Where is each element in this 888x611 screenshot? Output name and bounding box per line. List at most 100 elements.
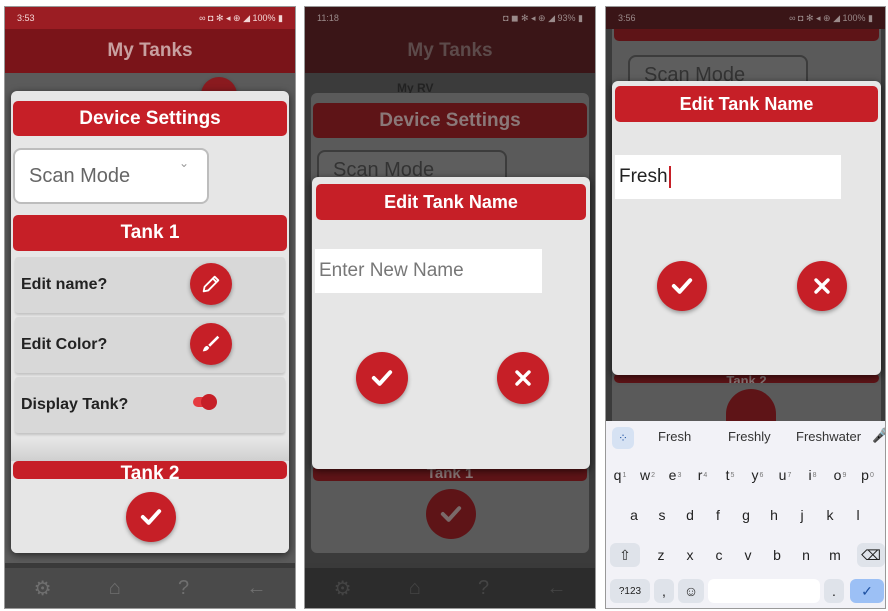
edit-name-button[interactable] — [190, 263, 232, 305]
key-i[interactable]: i8 — [802, 463, 824, 487]
phone-screen-edit-name-empty: 11:18 ◘ ◼ ✻ ◂ ⊕ ◢ 93% ▮ My Tanks My RV D… — [304, 6, 596, 609]
symbols-key[interactable]: ?123 — [610, 579, 650, 603]
confirm-button[interactable] — [657, 261, 707, 311]
keyboard-apps-icon[interactable]: ⁘ — [612, 427, 634, 449]
display-tank-toggle[interactable] — [193, 394, 217, 410]
key-hint: 5 — [730, 471, 735, 479]
edit-name-label: Edit name? — [21, 276, 108, 293]
key-z[interactable]: z — [650, 543, 672, 567]
key-v[interactable]: v — [737, 543, 759, 567]
help-icon[interactable]: ? — [178, 577, 189, 600]
dialog-title: Edit Tank Name — [615, 86, 878, 122]
status-bar: 3:53 ∞ ◘ ✻ ◂ ⊕ ◢ 100% ▮ — [5, 7, 295, 29]
brush-icon — [202, 335, 220, 352]
status-bar: 3:56 ∞ ◘ ✻ ◂ ⊕ ◢ 100% ▮ — [606, 7, 885, 29]
emoji-key[interactable]: ☺ — [678, 579, 704, 603]
close-icon — [814, 278, 830, 294]
key-k[interactable]: k — [819, 503, 841, 527]
key-s[interactable]: s — [651, 503, 673, 527]
edit-color-label: Edit Color? — [21, 336, 108, 353]
text-cursor — [668, 166, 671, 188]
new-name-value: Fresh — [619, 166, 668, 187]
key-hint: 6 — [759, 471, 764, 479]
scan-mode-dropdown[interactable]: Scan Mode ⌄ — [13, 148, 209, 204]
behind-confirm-button — [726, 389, 776, 421]
help-icon: ? — [478, 576, 490, 599]
key-w[interactable]: w2 — [637, 463, 659, 487]
key-hint: 7 — [787, 471, 792, 479]
check-icon — [140, 509, 162, 525]
status-bar: 11:18 ◘ ◼ ✻ ◂ ⊕ ◢ 93% ▮ — [305, 7, 595, 29]
key-hint: 1 — [622, 471, 627, 479]
comma-key[interactable]: , — [654, 579, 674, 603]
key-x[interactable]: x — [679, 543, 701, 567]
display-tank-row: Display Tank? — [15, 377, 285, 433]
new-name-input[interactable]: Fresh — [615, 155, 841, 199]
new-name-input[interactable]: Enter New Name — [315, 249, 542, 293]
shift-key[interactable]: ⇧ — [610, 543, 640, 567]
display-tank-label: Display Tank? — [21, 396, 129, 413]
space-key[interactable] — [708, 579, 820, 603]
key-u[interactable]: u7 — [774, 463, 796, 487]
tank2-header: Tank 2 — [13, 461, 287, 479]
status-icons: ∞ ◘ ✻ ◂ ⊕ ◢ 100% ▮ — [789, 12, 873, 23]
key-q[interactable]: q1 — [609, 463, 631, 487]
key-l[interactable]: l — [847, 503, 869, 527]
key-hint: 8 — [812, 471, 817, 479]
microphone-icon[interactable]: 🎤 — [872, 427, 885, 444]
dialog-title: Edit Tank Name — [316, 184, 586, 220]
cancel-button[interactable] — [497, 352, 549, 404]
gears-icon[interactable]: ⚙ — [34, 576, 52, 601]
suggestion-2[interactable]: Freshly — [728, 429, 771, 444]
status-time: 3:56 — [618, 13, 636, 23]
key-o[interactable]: o9 — [829, 463, 851, 487]
key-m[interactable]: m — [824, 543, 846, 567]
key-p[interactable]: p0 — [857, 463, 879, 487]
soft-keyboard: ⁘ Fresh Freshly Freshwater 🎤 q1w2e3r4t5y… — [606, 421, 885, 608]
enter-key[interactable]: ✓ — [850, 579, 884, 603]
suggestion-3[interactable]: Freshwater — [796, 429, 861, 444]
key-n[interactable]: n — [795, 543, 817, 567]
key-g[interactable]: g — [735, 503, 757, 527]
period-key[interactable]: . — [824, 579, 844, 603]
cancel-button[interactable] — [797, 261, 847, 311]
app-bar: My Tanks — [5, 29, 295, 73]
back-arrow-icon[interactable]: ← — [246, 577, 266, 600]
suggestion-1[interactable]: Fresh — [658, 429, 691, 444]
key-f[interactable]: f — [707, 503, 729, 527]
key-d[interactable]: d — [679, 503, 701, 527]
home-icon[interactable]: ⌂ — [109, 577, 121, 600]
key-r[interactable]: r4 — [692, 463, 714, 487]
home-icon: ⌂ — [408, 576, 421, 599]
edit-color-button[interactable] — [190, 323, 232, 365]
close-icon — [515, 370, 531, 386]
app-title: My Tanks — [407, 40, 493, 61]
confirm-button[interactable] — [126, 492, 176, 542]
key-y[interactable]: y6 — [747, 463, 769, 487]
key-j[interactable]: j — [791, 503, 813, 527]
key-h[interactable]: h — [763, 503, 785, 527]
phone-screen-edit-name-keyboard: 3:56 ∞ ◘ ✻ ◂ ⊕ ◢ 100% ▮ Scan Mode Tank 2… — [605, 6, 886, 609]
key-hint: 3 — [677, 471, 682, 479]
status-icons: ◘ ◼ ✻ ◂ ⊕ ◢ 93% ▮ — [503, 12, 583, 23]
key-c[interactable]: c — [708, 543, 730, 567]
status-time: 11:18 — [317, 13, 339, 23]
chevron-down-icon: ⌄ — [178, 156, 189, 170]
phone-screen-device-settings: 3:53 ∞ ◘ ✻ ◂ ⊕ ◢ 100% ▮ My Tanks Device … — [4, 6, 296, 609]
scan-mode-label: Scan Mode — [29, 164, 131, 187]
key-t[interactable]: t5 — [719, 463, 741, 487]
key-hint: 2 — [651, 471, 656, 479]
bottom-nav: ⚙ ⌂ ? ← — [305, 568, 595, 608]
bottom-nav: ⚙ ⌂ ? ← — [5, 568, 295, 608]
backspace-key[interactable]: ⌫ — [857, 543, 885, 567]
confirm-button[interactable] — [356, 352, 408, 404]
edit-name-row: Edit name? — [15, 257, 285, 313]
key-e[interactable]: e3 — [664, 463, 686, 487]
check-icon — [371, 370, 393, 386]
gears-icon: ⚙ — [333, 577, 352, 600]
key-a[interactable]: a — [623, 503, 645, 527]
status-time: 3:53 — [17, 13, 35, 23]
key-b[interactable]: b — [766, 543, 788, 567]
key-hint: 9 — [842, 471, 847, 479]
edit-tank-name-dialog: Edit Tank Name Fresh — [612, 81, 881, 375]
